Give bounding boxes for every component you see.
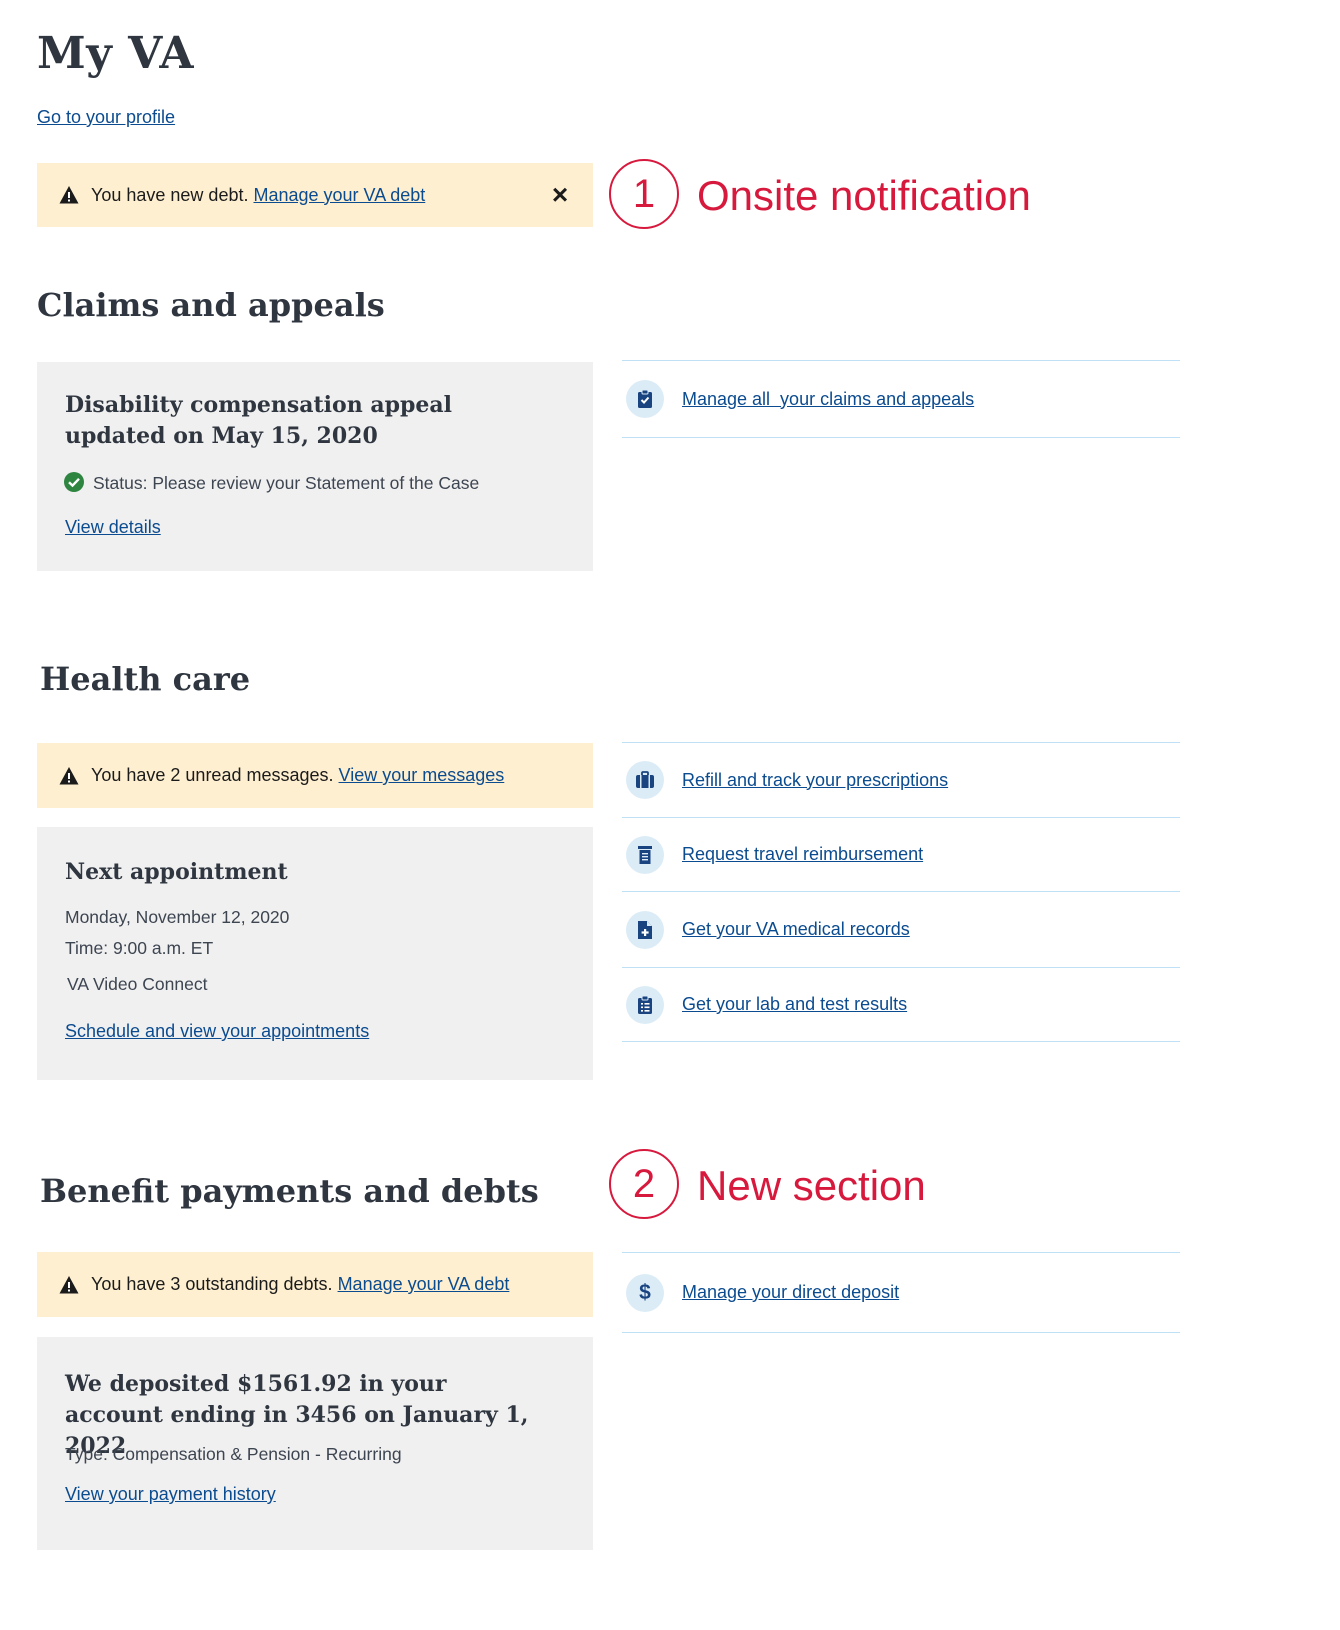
messages-alert: You have 2 unread messages. View your me… [37, 743, 593, 808]
claims-status: Status: Please review your Statement of … [93, 473, 480, 493]
profile-link[interactable]: Go to your profile [37, 107, 175, 128]
warning-icon [59, 1275, 79, 1293]
travel-reimbursement-link[interactable]: Request travel reimbursement [682, 844, 923, 865]
warning-icon [59, 186, 79, 204]
dollar-icon: $ [626, 1273, 664, 1312]
annotation-label-1: Onsite notification [697, 172, 1031, 219]
view-details-link[interactable]: View details [65, 517, 161, 538]
prescriptions-link[interactable]: Refill and track your prescriptions [682, 770, 948, 791]
appointment-location: VA Video Connect [67, 974, 208, 994]
medical-records-link[interactable]: Get your VA medical records [682, 919, 910, 940]
close-icon[interactable]: × [549, 181, 571, 209]
list-item[interactable]: Refill and track your prescriptions [622, 743, 1180, 818]
annotation-number-1: 1 [609, 159, 679, 229]
notification-text: You have new debt. [91, 184, 249, 205]
appointment-title: Next appointment [65, 859, 288, 885]
clipboard-check-icon [626, 380, 664, 418]
payment-history-link[interactable]: View your payment history [65, 1484, 276, 1505]
lab-results-link[interactable]: Get your lab and test results [682, 994, 907, 1015]
warning-icon [59, 766, 79, 784]
new-debt-notification: You have new debt. Manage your VA debt [37, 163, 593, 227]
annotation-label-2: New section [697, 1162, 926, 1209]
debts-alert: You have 3 outstanding debts. Manage you… [37, 1252, 593, 1317]
appointment-time: Time: 9:00 a.m. ET [65, 938, 214, 958]
clipboard-list-icon [626, 985, 664, 1024]
list-item[interactable]: $ Manage your direct deposit [622, 1253, 1180, 1333]
appointment-card: Next appointment Monday, November 12, 20… [37, 827, 593, 1080]
messages-alert-text: You have 2 unread messages. [91, 765, 334, 785]
check-circle-icon [64, 472, 84, 492]
annotation-number-2: 2 [609, 1149, 679, 1219]
payment-card: We deposited $1561.92 in your account en… [37, 1337, 593, 1550]
benefits-links: $ Manage your direct deposit [622, 1252, 1180, 1333]
payment-type: Type: Compensation & Pension - Recurring [65, 1444, 402, 1464]
manage-claims-link[interactable]: Manage all your claims and appeals [682, 389, 974, 410]
health-links: Refill and track your prescriptions Requ… [622, 742, 1180, 1042]
page-title: My VA [37, 28, 194, 79]
list-item[interactable]: Get your lab and test results [622, 968, 1180, 1042]
view-messages-link[interactable]: View your messages [339, 765, 505, 786]
manage-va-debt-link[interactable]: Manage your VA debt [338, 1274, 510, 1295]
schedule-appointments-link[interactable]: Schedule and view your appointments [65, 1021, 369, 1042]
medical-file-icon [626, 910, 664, 949]
receipt-icon [626, 835, 664, 874]
claims-card-title: Disability compensation appeal updated o… [65, 392, 452, 449]
claims-heading: Claims and appeals [37, 286, 385, 324]
direct-deposit-link[interactable]: Manage your direct deposit [682, 1282, 899, 1303]
appointment-date: Monday, November 12, 2020 [65, 907, 290, 927]
claims-links: Manage all your claims and appeals [622, 360, 1180, 438]
list-item[interactable]: Request travel reimbursement [622, 818, 1180, 892]
list-item[interactable]: Get your VA medical records [622, 892, 1180, 968]
prescription-bag-icon [626, 761, 664, 799]
benefits-heading: Benefit payments and debts [40, 1172, 539, 1210]
list-item[interactable]: Manage all your claims and appeals [622, 361, 1180, 438]
health-heading: Health care [40, 660, 251, 698]
claims-card: Disability compensation appeal updated o… [37, 362, 593, 571]
debts-alert-text: You have 3 outstanding debts. [91, 1274, 333, 1294]
manage-debt-link[interactable]: Manage your VA debt [253, 185, 425, 206]
